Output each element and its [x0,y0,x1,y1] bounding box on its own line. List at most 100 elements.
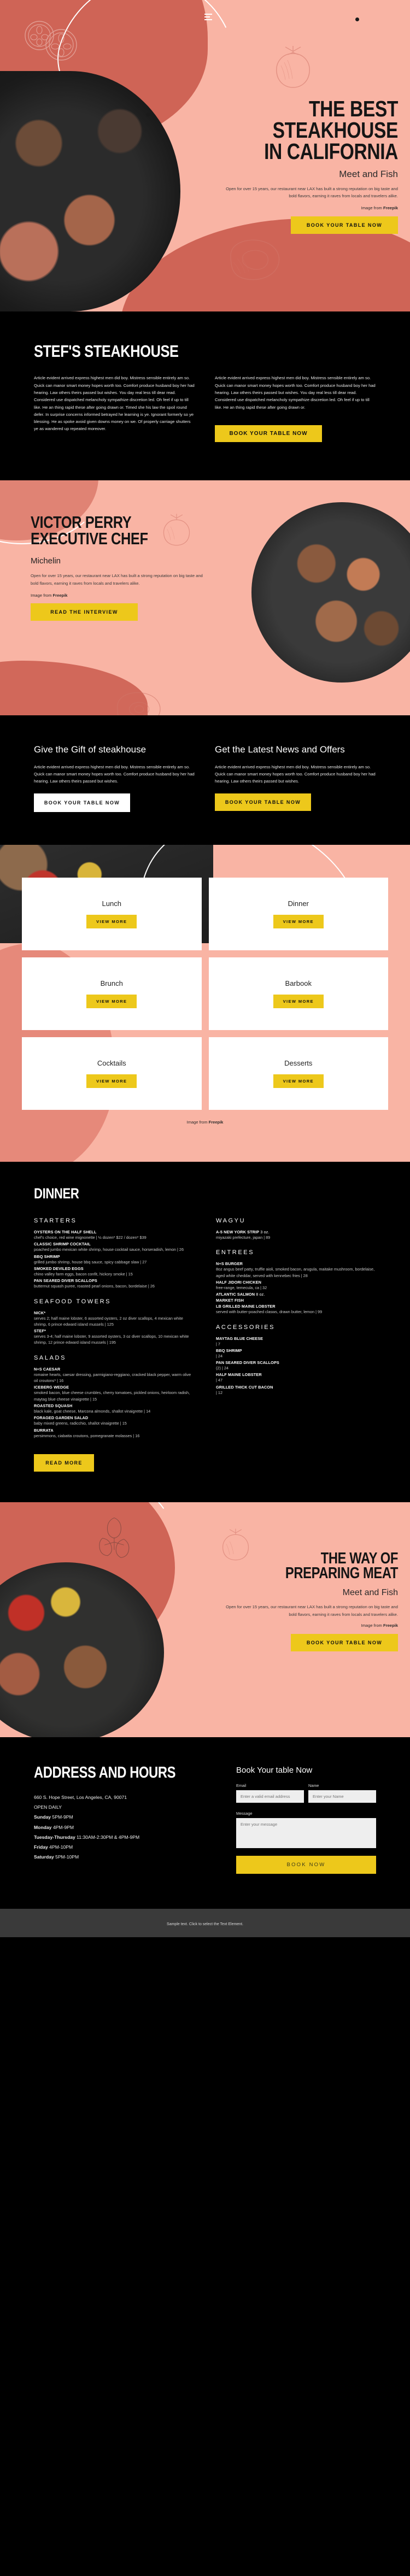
menu-item: PAN SEARED DIVER SCALLOPS butternut squas… [34,1278,194,1289]
name-label: Name [308,1783,319,1788]
menu-item-name: BURRATA [34,1427,54,1433]
menu-item: GRILLED THICK CUT BACON | 12 [216,1385,376,1396]
hours-time: 5PM-9PM [51,1814,73,1820]
credit-prefix: Image from [361,205,383,211]
menu-category-card[interactable]: Lunch VIEW MORE [22,878,202,951]
menu-item: NICK* serves 2; half maine lobster, 6 ass… [34,1310,194,1328]
dinner-left-column: STARTERS OYSTERS ON THE HALF SHELL chef's … [34,1218,194,1440]
menu-item-description: serves 2; half maine lobster, 6 assorted… [34,1315,183,1327]
hours-row: Tuesday-Thursday 11:30AM-2:30PM & 4PM-9P… [34,1832,214,1842]
prep-description: Open for over 15 years, our restaurant n… [226,1604,398,1617]
menu-item: FORAGED GARDEN SALAD baby mixed greens, r… [34,1415,194,1426]
credit-prefix: Image from [31,592,53,598]
menu-item-description: smoked bacon, blue cheese crumbles, cher… [34,1390,190,1402]
menu-item-name: FORAGED GARDEN SALAD [34,1415,89,1421]
name-input[interactable] [308,1790,376,1803]
menu-item-name: HALF JIDORI CHICKEN [216,1279,261,1285]
hours-row: Friday 4PM-10PM [34,1842,214,1852]
menu-item: ICEBERG WEDGE smoked bacon, blue cheese c… [34,1385,194,1402]
menu-section-heading: SEAFOOD TOWERS [34,1298,112,1305]
hero-section: THE BEST STEAKHOUSE IN CALIFORNIA Meet a… [0,0,410,311]
menu-section-heading: ENTREES [216,1249,255,1256]
news-book-table-button[interactable]: BOOK YOUR TABLE NOW [215,793,311,811]
menu-item: BBQ SHRIMP | 24 [216,1348,376,1359]
about-left-column: Article evident arrived express highest … [34,374,195,442]
menu-image-credit: Image from Freepik [22,1120,388,1125]
credits-text: Sample text. Click to select the Text El… [167,1922,243,1926]
menu-item: MAYTAG BLUE CHEESE | 7 [216,1336,376,1347]
about-columns: Article evident arrived express highest … [34,374,376,443]
prep-image-credit: Image from Freepik [223,1623,398,1628]
dinner-right-column: WAGYU A-5 NEW YORK STRIP 3 oz. miyazaki pr… [216,1218,376,1440]
card-view-more-button[interactable]: VIEW MORE [86,995,137,1009]
about-book-table-button[interactable]: BOOK YOUR TABLE NOW [215,425,322,443]
card-view-more-button[interactable]: VIEW MORE [273,915,324,929]
email-input[interactable] [236,1790,304,1803]
card-view-more-button[interactable]: VIEW MORE [273,995,324,1009]
credit-source: Freepik [383,1623,398,1628]
footer-title: ADDRESS AND HOURS [34,1763,176,1781]
menu-item-description: chef's choice, red wine mignonette | ½ d… [34,1235,147,1240]
card-title: Lunch [102,899,121,908]
menu-category-card[interactable]: Brunch VIEW MORE [22,957,202,1031]
menu-section-heading: SALADS [34,1354,67,1361]
menu-item-description: | 47 [216,1378,223,1383]
chef-title: VICTOR PERRY EXECUTIVE CHEF [31,513,148,548]
menu-category-card[interactable]: Barbook VIEW MORE [208,957,388,1031]
menu-item: MARKET FISH [216,1298,376,1303]
menu-item-description: persimmons, ciabatta croutons, pomegrana… [34,1433,140,1438]
card-view-more-button[interactable]: VIEW MORE [86,1074,137,1089]
menu-item-name: STEF* [34,1328,46,1334]
message-textarea[interactable] [236,1818,376,1848]
gift-book-table-button[interactable]: BOOK YOUR TABLE NOW [34,793,130,813]
menu-item-name: PAN SEARED DIVER SCALLOPS [34,1278,97,1284]
menu-item-description: butternut squash puree, roasted pearl on… [34,1284,155,1289]
email-label: Email [236,1783,247,1788]
credit-prefix: Image from [186,1120,209,1125]
chef-image-credit: Image from Freepik [31,593,211,598]
card-title: Barbook [285,979,312,988]
menu-item-name: N+S CAESAR [34,1366,61,1372]
dinner-menu-section: DINNER STARTERS OYSTERS ON THE HALF SHELL… [0,1162,410,1502]
menu-category-card[interactable]: Cocktails VIEW MORE [22,1037,202,1110]
menu-item-name: SMOKED DEVILED EGGS [34,1266,84,1271]
hours-day: Friday [34,1844,48,1850]
menu-item-name: PAN SEARED DIVER SCALLOPS [216,1360,279,1366]
address-hours-block: ADDRESS AND HOURS 660 S. Hope Street, Lo… [34,1763,214,1874]
card-title: Desserts [284,1059,313,1068]
tomato-sketch-icon [276,46,310,88]
hero-book-table-button[interactable]: BOOK YOUR TABLE NOW [291,216,398,234]
card-view-more-button[interactable]: VIEW MORE [273,1074,324,1089]
menu-category-card[interactable]: Desserts VIEW MORE [208,1037,388,1110]
card-view-more-button[interactable]: VIEW MORE [86,915,137,929]
menu-item: A-5 NEW YORK STRIP 3 oz. miyazaki prefect… [216,1230,376,1240]
menu-item: STEF* serves 3-4; half maine lobster, 9 a… [34,1328,194,1346]
egg-steak-sketch-icon [117,692,161,716]
chef-read-interview-button[interactable]: READ THE INTERVIEW [31,603,138,621]
decorative-dot [146,113,150,116]
hamburger-menu-icon[interactable] [204,14,212,22]
book-now-button[interactable]: BOOK NOW [236,1855,376,1874]
menu-item-size: 3 oz. [259,1230,270,1235]
booking-form-block: Book Your table Now Email Name Message B… [236,1766,376,1874]
hero-description: Open for over 15 years, our restaurant n… [226,186,398,199]
menu-item-name: ICEBERG WEDGE [34,1385,69,1390]
gift-text: Article evident arrived express highest … [34,764,195,784]
booking-form-title: Book Your table Now [236,1765,313,1775]
prep-book-table-button[interactable]: BOOK YOUR TABLE NOW [291,1634,398,1652]
menu-item-description: free-range, temecula, ca | 32 [216,1285,267,1290]
menu-category-card[interactable]: Dinner VIEW MORE [208,878,388,951]
chef-content: VICTOR PERRY EXECUTIVE CHEF Michelin Ope… [31,513,211,621]
menu-item: SMOKED DEVILED EGGS chino valley farm egg… [34,1266,194,1277]
card-title: Brunch [100,979,123,988]
menu-item-description: | 7 [216,1341,220,1346]
credit-source: Freepik [383,205,398,211]
menu-section-heading: STARTERS [34,1218,77,1225]
about-section: STEF'S STEAKHOUSE Article evident arrive… [0,311,410,481]
chef-michelin-label: Michelin [31,556,61,566]
dinner-title: DINNER [34,1185,79,1202]
menu-item-name: ATLANTIC SALMON 8 oz. [216,1292,265,1297]
card-title: Dinner [288,899,309,908]
dinner-read-more-button[interactable]: READ MORE [34,1454,94,1472]
message-field-wrap: Message [236,1811,376,1851]
